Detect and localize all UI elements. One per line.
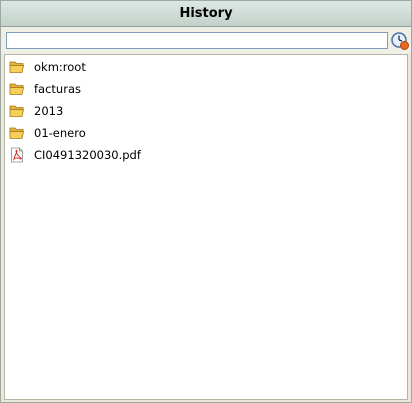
- folder-open-icon: [9, 125, 25, 141]
- history-panel: History okm:root facturas 2013 01-enero …: [0, 0, 412, 403]
- history-search-button[interactable]: [390, 31, 410, 51]
- folder-open-icon: [9, 81, 25, 97]
- panel-title: History: [1, 1, 411, 27]
- item-label: 01-enero: [34, 126, 86, 140]
- search-input[interactable]: [6, 32, 388, 49]
- pdf-file-icon: [9, 147, 25, 163]
- clock-search-icon: [391, 32, 409, 50]
- list-item[interactable]: 01-enero: [9, 122, 404, 144]
- folder-open-icon: [9, 59, 25, 75]
- list-item[interactable]: 2013: [9, 100, 404, 122]
- item-label: facturas: [34, 82, 81, 96]
- list-item[interactable]: CI0491320030.pdf: [9, 144, 404, 166]
- list-item[interactable]: facturas: [9, 78, 404, 100]
- toolbar: [1, 27, 411, 54]
- list-item[interactable]: okm:root: [9, 56, 404, 78]
- item-label: 2013: [34, 104, 64, 118]
- item-label: CI0491320030.pdf: [34, 148, 141, 162]
- folder-open-icon: [9, 103, 25, 119]
- history-list: okm:root facturas 2013 01-enero CI049132…: [4, 54, 408, 400]
- item-label: okm:root: [34, 60, 86, 74]
